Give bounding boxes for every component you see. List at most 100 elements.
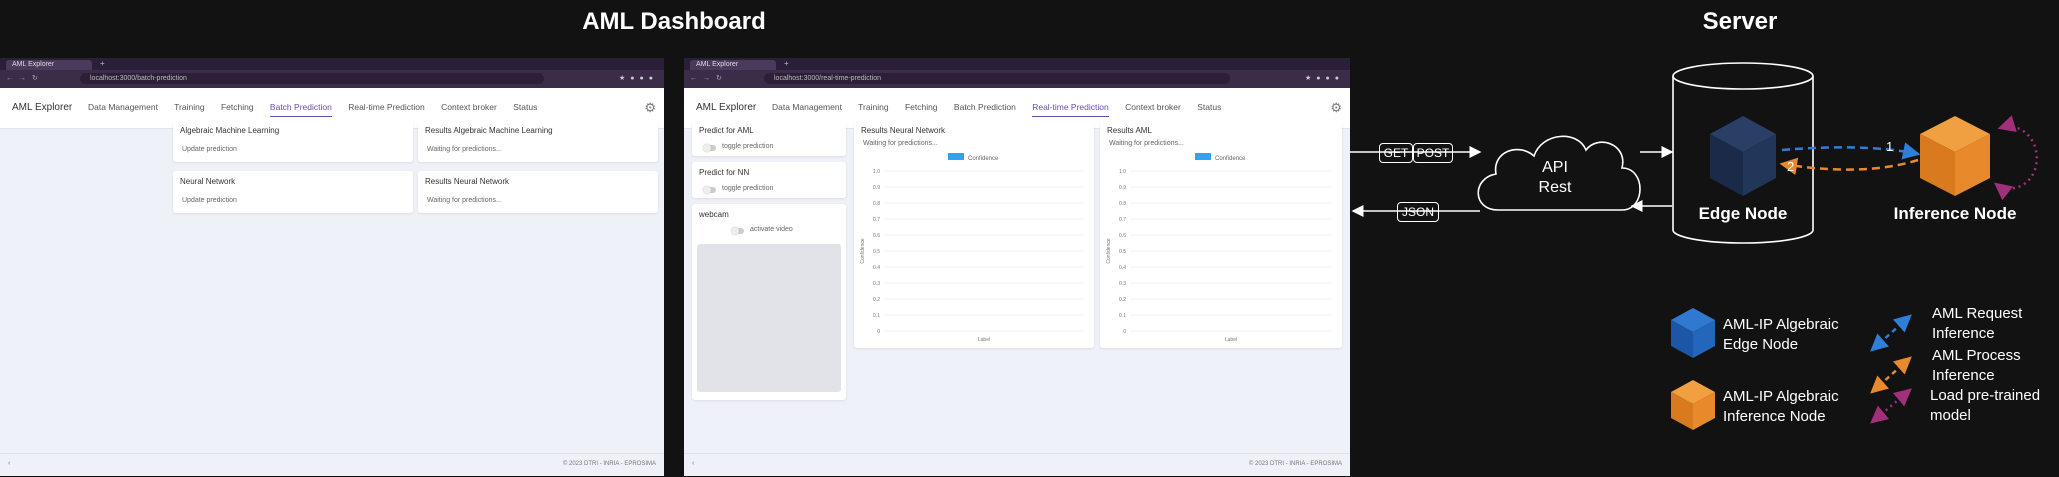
legend-request-label: AML Request Inference (1932, 305, 2023, 342)
api-rest-label: API Rest (1538, 159, 1572, 196)
y-tick-label: 0.3 (873, 281, 880, 287)
y-tick-label: 0.7 (873, 217, 880, 223)
browser-chrome: AML Explorer + ←→↻ localhost:3000/batch-… (0, 58, 664, 88)
card-nn: Neural Network Update prediction (173, 171, 413, 213)
nav-status[interactable]: Status (513, 102, 537, 112)
footer-text: © 2023 DTRI - INRIA - EPROSIMA (562, 461, 656, 467)
page-footer: ‹ © 2023 DTRI - INRIA - EPROSIMA (684, 453, 1350, 476)
nav-fetching[interactable]: Fetching (221, 102, 254, 112)
status-text: Waiting for predictions... (427, 197, 502, 204)
nav-context-broker[interactable]: Context broker (1125, 102, 1181, 112)
y-tick-label: 0.6 (1119, 233, 1126, 239)
new-tab-icon[interactable]: + (100, 59, 105, 68)
nav-batch-prediction[interactable]: Batch Prediction (269, 102, 332, 117)
browser-tab[interactable]: AML Explorer (6, 60, 92, 70)
y-tick-label: 0.4 (873, 265, 880, 271)
video-toggle[interactable] (731, 227, 744, 235)
nav-real-time-prediction[interactable]: Real-time Prediction (348, 102, 425, 112)
browser-window-realtime: AML Explorer + ←→↻ localhost:3000/real-t… (684, 58, 1350, 476)
y-tick-label: 0.4 (1119, 265, 1126, 271)
dashboard-title: AML Dashboard (582, 8, 766, 35)
confidence-chart: Confidence 1.0 0.9 0.8 0.7 0.6 0.5 0.4 0.3 0.2 0.1… (1106, 153, 1332, 343)
nav-data-management[interactable]: Data Management (88, 102, 158, 112)
y-tick-label: 0.1 (1119, 313, 1126, 319)
y-tick-label: 0.5 (873, 249, 880, 255)
nav-training[interactable]: Training (858, 102, 888, 112)
update-prediction-button[interactable]: Update prediction (182, 146, 237, 153)
get-label: GET (1379, 143, 1413, 163)
card-results-aml: Results AML Waiting for predictions... C… (1100, 120, 1342, 348)
inference-node-label: Inference Node (1893, 204, 2017, 223)
post-label: POST (1413, 143, 1453, 163)
edge-node-label: Edge Node (1698, 204, 1788, 223)
nav-status[interactable]: Status (1197, 102, 1221, 112)
app-brand[interactable]: AML Explorer (12, 102, 72, 113)
browser-window-batch: AML Explorer + ←→↻ localhost:3000/batch-… (0, 58, 664, 476)
nav-real-time-prediction[interactable]: Real-time Prediction (1032, 102, 1109, 117)
card-results-nn: Results Neural Network Waiting for predi… (418, 171, 658, 213)
update-prediction-button[interactable]: Update prediction (182, 197, 237, 204)
json-label: JSON (1397, 202, 1439, 222)
url-bar[interactable]: localhost:3000/real-time-prediction (764, 73, 1230, 84)
legend-edge-label: AML-IP Algebraic Edge Node (1723, 316, 1839, 353)
nav-buttons-icon[interactable]: ←→↻ (6, 74, 44, 82)
y-tick-label: 0.8 (1119, 201, 1126, 207)
legend-process-arrow (1870, 356, 1912, 394)
legend-inference-cube-icon (1671, 380, 1715, 430)
card-results-nn: Results Neural Network Waiting for predi… (854, 120, 1094, 348)
status-text: Waiting for predictions... (1109, 140, 1184, 147)
y-tick-label: 0 (1123, 329, 1126, 335)
nav-data-management[interactable]: Data Management (772, 102, 842, 112)
legend-load-arrow (1870, 388, 1912, 424)
card-title: Results Neural Network (425, 177, 510, 186)
url-bar[interactable]: localhost:3000/batch-prediction (80, 73, 544, 84)
nav-training[interactable]: Training (174, 102, 204, 112)
legend-process-label: AML Process Inference (1932, 347, 2021, 384)
nav-fetching[interactable]: Fetching (905, 102, 938, 112)
y-tick-label: 1.0 (1119, 169, 1126, 175)
nav-links: Data Management Training Fetching Batch … (772, 102, 1235, 117)
prediction-toggle[interactable] (703, 144, 716, 152)
y-tick-label: 0.6 (873, 233, 880, 239)
card-title: Predict for AML (699, 126, 754, 135)
legend-load-label: Load pre-trained model (1930, 387, 2041, 424)
page-footer: ‹ © 2023 DTRI - INRIA - EPROSIMA (0, 453, 664, 476)
browser-tab[interactable]: AML Explorer (690, 60, 776, 70)
nav-batch-prediction[interactable]: Batch Prediction (954, 102, 1016, 112)
toggle-label: toggle prediction (722, 185, 774, 192)
chevron-left-icon[interactable]: ‹ (692, 460, 694, 467)
load-model-arrow (1994, 115, 2039, 201)
card-title: Results Neural Network (861, 126, 946, 135)
gear-icon[interactable]: ⚙ (644, 100, 656, 116)
footer-text: © 2023 DTRI - INRIA - EPROSIMA (1248, 461, 1342, 467)
nav-context-broker[interactable]: Context broker (441, 102, 497, 112)
new-tab-icon[interactable]: + (784, 59, 789, 68)
card-title: Algebraic Machine Learning (180, 126, 280, 135)
y-tick-label: 0.2 (873, 297, 880, 303)
browser-chrome: AML Explorer + ←→↻ localhost:3000/real-t… (684, 58, 1350, 88)
legend-edge-cube-icon (1671, 308, 1715, 358)
card-title: Neural Network (180, 177, 236, 186)
y-tick-label: 0.5 (1119, 249, 1126, 255)
y-tick-label: 1.0 (873, 169, 880, 175)
card-title: Results AML (1107, 126, 1152, 135)
toolbar-icons[interactable]: ★●●● (619, 74, 658, 82)
y-axis-title: Confidence (860, 238, 866, 264)
toggle-label: toggle prediction (722, 143, 774, 150)
card-aml: Algebraic Machine Learning Update predic… (173, 120, 413, 162)
status-text: Waiting for predictions... (863, 140, 938, 147)
gear-icon[interactable]: ⚙ (1330, 100, 1342, 116)
toolbar-icons[interactable]: ★●●● (1305, 74, 1344, 82)
nav-buttons-icon[interactable]: ←→↻ (690, 74, 728, 82)
step-1-label: 1 (1886, 139, 1894, 154)
card-title: webcam (699, 210, 729, 219)
x-axis-title: Label (1225, 337, 1237, 343)
card-predict-nn: Predict for NN toggle prediction (692, 162, 846, 198)
card-title: Predict for NN (699, 168, 750, 177)
chevron-left-icon[interactable]: ‹ (8, 460, 10, 467)
prediction-toggle[interactable] (703, 186, 716, 194)
y-tick-label: 0.8 (873, 201, 880, 207)
app-brand[interactable]: AML Explorer (696, 102, 756, 113)
y-axis-title: Confidence (1106, 238, 1112, 264)
legend-label: Confidence (1215, 156, 1246, 162)
